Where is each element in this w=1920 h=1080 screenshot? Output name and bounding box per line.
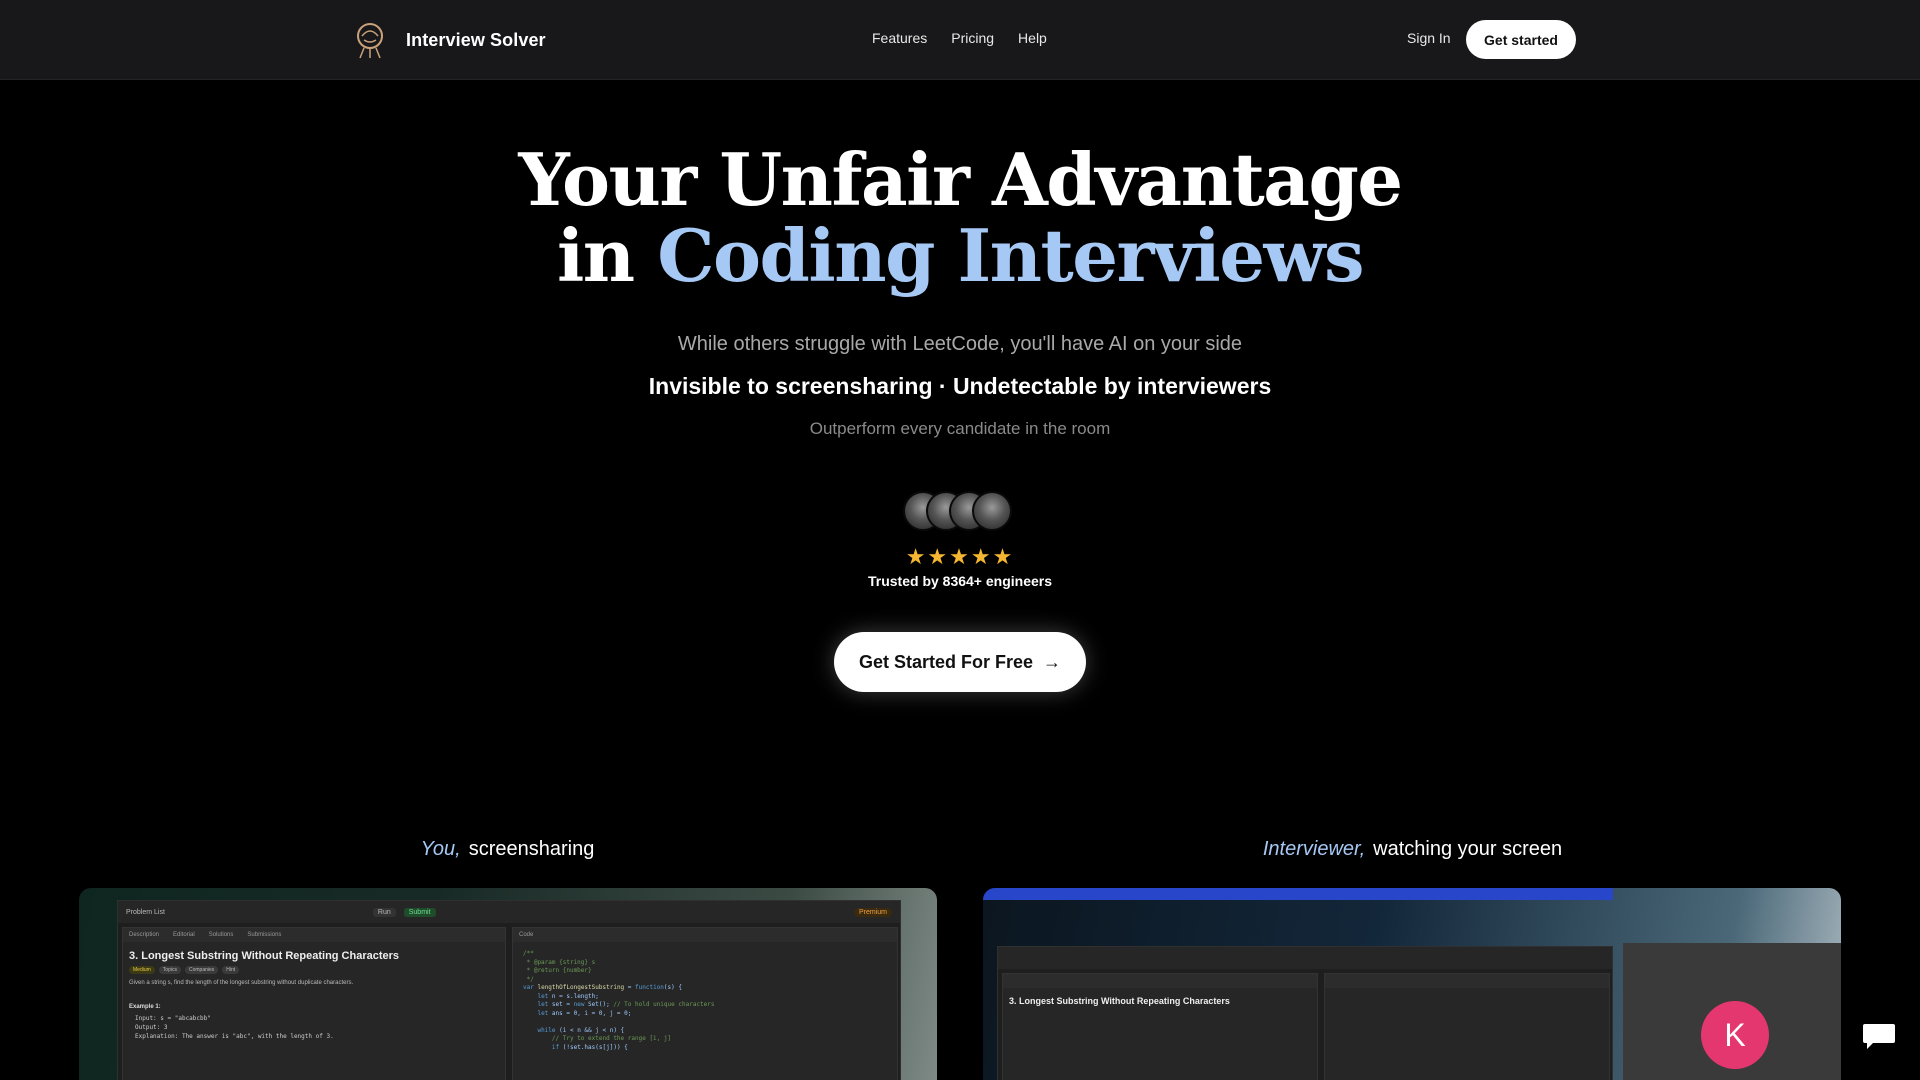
- get-started-button[interactable]: Get started: [1466, 20, 1576, 59]
- example-label: Example 1:: [129, 1004, 161, 1010]
- caption-text: watching your screen: [1373, 838, 1563, 860]
- preview-screenshare: Problem List Run Submit Premium Descript…: [79, 888, 937, 1080]
- code-tab: [1325, 974, 1609, 988]
- preview-caption-interviewer: Interviewer, watching your screen: [905, 838, 1920, 861]
- navbar: Interview Solver Features Pricing Help S…: [0, 0, 1920, 80]
- tab-description: Description: [129, 932, 160, 938]
- avatar: [972, 491, 1012, 531]
- star-rating-icon: ★★★★★: [905, 544, 1015, 569]
- get-started-free-button[interactable]: Get Started For Free →: [834, 632, 1086, 692]
- problem-tags: Medium Topics Companies Hint: [123, 966, 505, 974]
- hero-title-accent: Coding Interviews: [657, 213, 1364, 298]
- description-tabs: Description Editorial Solutions Submissi…: [123, 928, 505, 942]
- tab-submissions: Submissions: [247, 932, 282, 938]
- mac-menu-bar: [983, 888, 1613, 900]
- code-tab: Code: [513, 928, 897, 942]
- hero-subtitle: While others struggle with LeetCode, you…: [677, 333, 1243, 355]
- leetcode-window: Problem List Run Submit Premium Descript…: [117, 900, 901, 1080]
- problem-title: 3. Longest Substring Without Repeating C…: [129, 950, 400, 962]
- chat-bubble-icon[interactable]: [1862, 1022, 1896, 1050]
- leetcode-toolbar: Problem List Run Submit Premium: [118, 901, 900, 923]
- tab-solutions: Solutions: [208, 932, 234, 938]
- caption-text: screensharing: [468, 838, 595, 860]
- hero-note: Outperform every candidate in the room: [809, 419, 1111, 438]
- problem-list-label: Problem List: [126, 908, 165, 916]
- tag-companies: Companies: [184, 966, 219, 974]
- preview-interviewer-view: 3. Longest Substring Without Repeating C…: [983, 888, 1841, 1080]
- tag-medium: Medium: [129, 966, 155, 974]
- code-editor: /** * @param {string} s * @return {numbe…: [523, 950, 715, 1051]
- hero-title-line2-prefix: in: [556, 213, 658, 298]
- problem-description: Given a string s, find the length of the…: [129, 980, 354, 986]
- nav-link-help[interactable]: Help: [1018, 30, 1047, 46]
- tag-hint: Hint: [222, 966, 240, 974]
- hero-title: Your Unfair Advantage in Coding Intervie…: [0, 142, 1920, 294]
- brand[interactable]: Interview Solver: [348, 18, 546, 62]
- code-tab-label: Code: [519, 932, 534, 938]
- nav-link-pricing[interactable]: Pricing: [951, 30, 994, 46]
- tag-topics: Topics: [158, 966, 181, 974]
- brand-name: Interview Solver: [406, 29, 546, 50]
- code-pane: Code /** * @param {string} s * @return {…: [512, 927, 898, 1080]
- nav-link-features[interactable]: Features: [872, 30, 927, 46]
- trusted-count: Trusted by 8364+ engineers: [867, 573, 1053, 589]
- code-pane: [1324, 973, 1610, 1080]
- user-avatars: [903, 491, 1012, 531]
- caption-emphasis: You,: [420, 838, 461, 860]
- description-tabs: [1003, 974, 1317, 988]
- leetcode-toolbar: [998, 947, 1612, 969]
- hero-title-line1: Your Unfair Advantage: [518, 137, 1403, 222]
- sign-in-link[interactable]: Sign In: [1407, 30, 1451, 46]
- submit-label: Submit: [403, 907, 436, 917]
- preview-caption-you: You, screensharing: [0, 838, 1015, 861]
- interviewer-avatar: K: [1701, 1001, 1769, 1069]
- cta-label: Get Started For Free: [858, 651, 1034, 672]
- run-label: Run: [372, 907, 396, 917]
- hero-tagline: Invisible to screensharing · Undetectabl…: [648, 373, 1272, 399]
- description-pane: 3. Longest Substring Without Repeating C…: [1002, 973, 1318, 1080]
- arrow-right-icon: →: [1043, 651, 1062, 672]
- leetcode-window-shared: 3. Longest Substring Without Repeating C…: [997, 946, 1613, 1080]
- caption-emphasis: Interviewer,: [1262, 838, 1366, 860]
- problem-title: 3. Longest Substring Without Repeating C…: [1009, 996, 1230, 1006]
- example-block: Input: s = "abcabcbb" Output: 3 Explanat…: [135, 1015, 334, 1040]
- description-pane: Description Editorial Solutions Submissi…: [122, 927, 506, 1080]
- main-nav: Features Pricing Help: [872, 30, 1047, 46]
- premium-badge: Premium: [853, 907, 892, 917]
- tab-editorial: Editorial: [173, 932, 195, 938]
- brain-bulb-logo-icon: [357, 23, 383, 59]
